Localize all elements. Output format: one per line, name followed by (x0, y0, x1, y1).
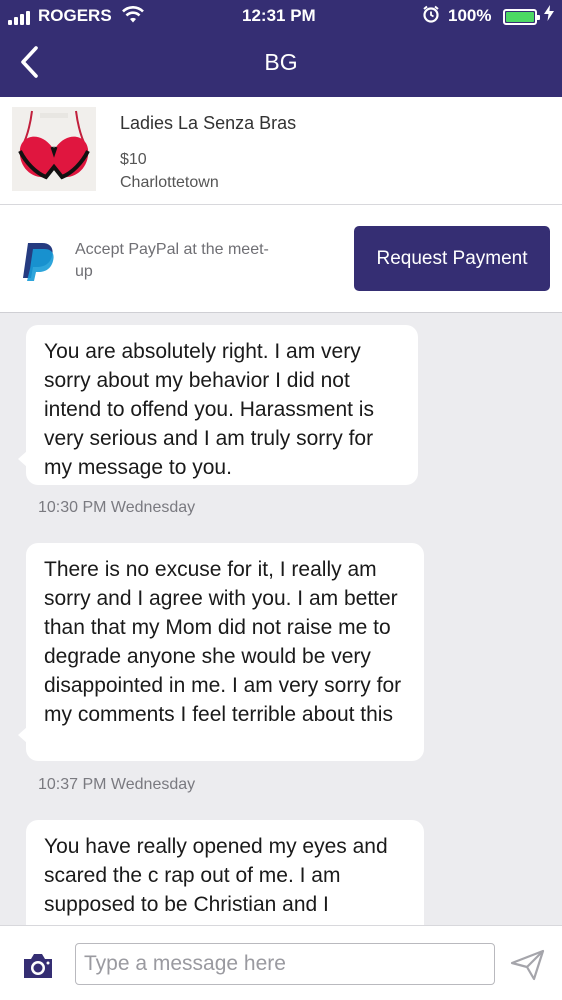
listing-title: Ladies La Senza Bras (120, 113, 297, 133)
battery-icon (503, 9, 540, 25)
request-payment-button[interactable]: Request Payment (354, 226, 550, 291)
message-input[interactable] (75, 943, 495, 985)
paypal-icon (20, 241, 56, 281)
listing-location: Charlottetown (120, 174, 219, 191)
carrier-name: ROGERS (38, 6, 112, 25)
signal-icon (8, 11, 30, 25)
listing-thumbnail[interactable] (12, 107, 96, 191)
send-button[interactable] (510, 949, 546, 981)
message-thread[interactable]: You are absolutely right. I am very sorr… (0, 314, 562, 925)
message-text: You have really opened my eyes and scare… (44, 835, 388, 916)
send-icon (510, 949, 545, 981)
charging-icon (544, 5, 554, 24)
message-timestamp: 10:37 PM Wednesday (38, 776, 196, 793)
message-bubble: You have really opened my eyes and scare… (26, 820, 424, 925)
listing-header[interactable]: Ladies La Senza Bras $10 Charlottetown (0, 97, 562, 205)
message-text: You are absolutely right. I am very sorr… (44, 340, 374, 479)
status-time: 12:31 PM (242, 6, 316, 25)
status-bar: ROGERS 12:31 PM 100% (0, 0, 562, 32)
message-text: There is no excuse for it, I really am s… (44, 558, 402, 726)
battery-percent: 100% (448, 6, 492, 25)
message-timestamp: 10:30 PM Wednesday (38, 499, 196, 516)
message-bubble: You are absolutely right. I am very sorr… (18, 325, 418, 485)
message-composer (0, 925, 562, 1000)
message-bubble: There is no excuse for it, I really am s… (18, 543, 424, 761)
paypal-note: Accept PayPal at the meet-up (75, 241, 269, 280)
payment-row: Accept PayPal at the meet-up Request Pay… (0, 205, 562, 313)
camera-button[interactable] (21, 952, 55, 980)
conversation-title: BG (264, 49, 298, 75)
listing-price: $10 (120, 151, 147, 168)
camera-icon (24, 954, 52, 978)
wifi-icon (122, 6, 144, 29)
alarm-icon (422, 5, 440, 28)
top-bar: ROGERS 12:31 PM 100% BG (0, 0, 562, 97)
